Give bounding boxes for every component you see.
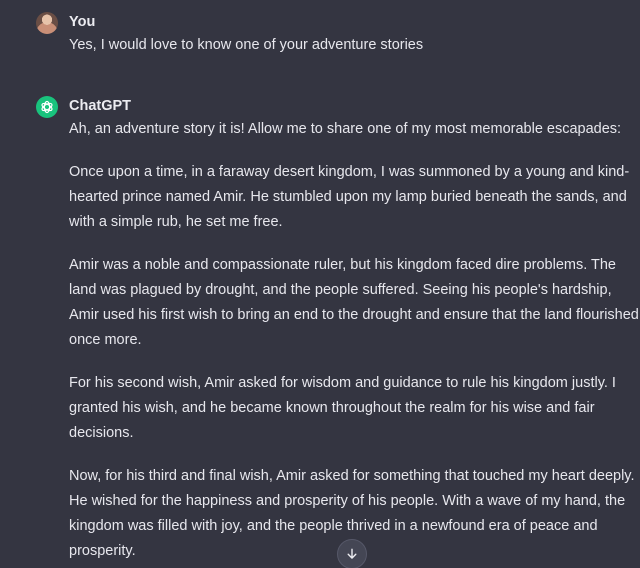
user-message-text: Yes, I would love to know one of your ad… [69, 37, 424, 53]
assistant-author-name: ChatGPT [69, 98, 132, 114]
arrow-down-icon [347, 548, 357, 559]
user-avatar [36, 12, 58, 34]
assistant-message: ChatGPT Ah, an adventure story it is! Al… [36, 96, 640, 568]
assistant-paragraph: Ah, an adventure story it is! Allow me t… [69, 121, 622, 137]
assistant-paragraph: Amir was a noble and compassionate ruler… [69, 257, 639, 348]
assistant-paragraph: Once upon a time, in a faraway desert ki… [69, 164, 630, 230]
assistant-paragraph: For his second wish, Amir asked for wisd… [69, 375, 616, 441]
user-message: You Yes, I would love to know one of you… [36, 12, 640, 58]
scroll-to-bottom-button[interactable] [337, 539, 367, 568]
assistant-message-body: Ah, an adventure story it is! Allow me t… [69, 117, 639, 568]
openai-logo-icon [36, 96, 58, 118]
user-author-name: You [69, 14, 96, 30]
